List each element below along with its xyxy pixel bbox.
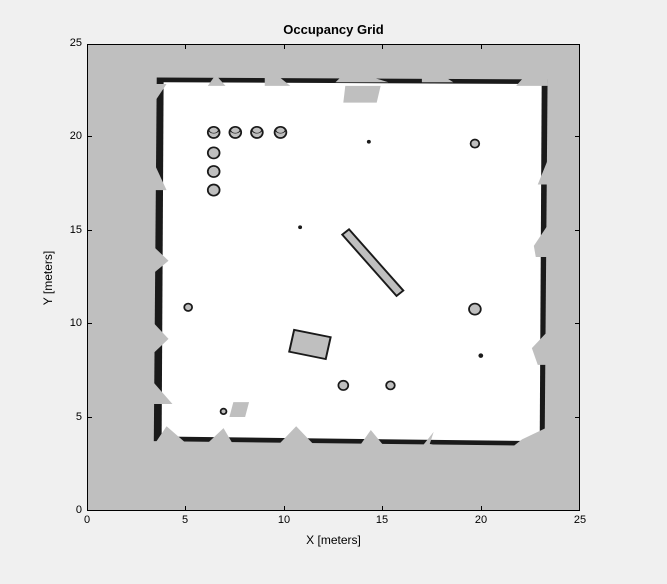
tickmark: [185, 44, 186, 49]
chart-title: Occupancy Grid: [87, 22, 580, 37]
tickmark: [87, 510, 92, 511]
tickmark: [284, 506, 285, 511]
tickmark: [575, 323, 580, 324]
tickmark: [185, 506, 186, 511]
tickmark: [87, 44, 92, 45]
xtick-label: 20: [466, 514, 496, 526]
tickmark: [575, 44, 580, 45]
tickmark: [575, 417, 580, 418]
xtick-label: 5: [170, 514, 200, 526]
tickmark: [575, 230, 580, 231]
axes: [87, 44, 580, 511]
tickmark: [87, 417, 92, 418]
tickmark: [87, 323, 92, 324]
x-axis-label: X [meters]: [87, 533, 580, 547]
xtick-label: 10: [269, 514, 299, 526]
tickmark: [284, 44, 285, 49]
xtick-label: 25: [565, 514, 595, 526]
tickmark: [87, 230, 92, 231]
xtick-label: 15: [367, 514, 397, 526]
figure: Occupancy Grid: [0, 0, 667, 584]
tickmark: [575, 510, 580, 511]
tickmark: [382, 506, 383, 511]
tickmark: [481, 506, 482, 511]
tickmark: [87, 136, 92, 137]
tickmark: [575, 136, 580, 137]
y-axis-label: Y [meters]: [38, 44, 58, 511]
occupancy-map: [88, 45, 579, 510]
tickmark: [382, 44, 383, 49]
tickmark: [481, 44, 482, 49]
